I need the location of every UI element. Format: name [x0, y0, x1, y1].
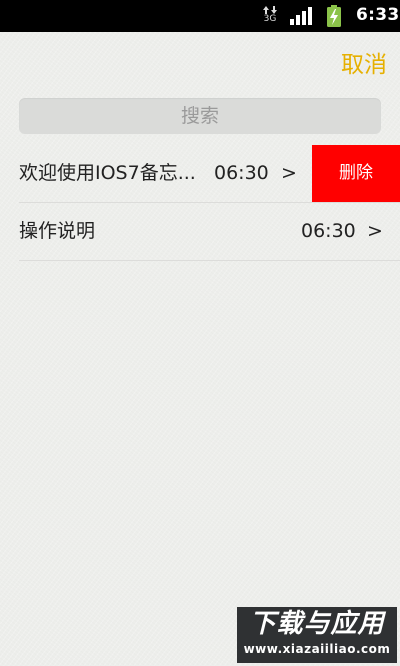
notes-app: 取消 搜索 欢迎使用IOS7备忘... 06:30 > 删除 操作说明 06:3… [0, 32, 400, 666]
note-row-welcome[interactable]: 欢迎使用IOS7备忘... 06:30 > 删除 [19, 145, 400, 203]
status-bar: 3G 6:33 [0, 0, 400, 32]
note-title: 操作说明 [19, 220, 96, 242]
watermark-title: 下载与应用 [249, 609, 385, 639]
delete-button[interactable]: 删除 [312, 145, 400, 202]
chevron-right-icon: > [281, 162, 297, 184]
note-title: 欢迎使用IOS7备忘... [19, 162, 196, 184]
watermark-url: www.xiazaiiliao.com [243, 642, 391, 656]
note-time: 06:30 [301, 220, 356, 242]
cancel-button[interactable]: 取消 [341, 45, 387, 79]
battery-charging-icon [327, 5, 341, 27]
chevron-right-icon: > [367, 220, 383, 242]
signal-strength-icon [290, 7, 312, 25]
status-time: 6:33 [356, 5, 400, 25]
network-3g-icon: 3G [263, 6, 277, 26]
search-input[interactable]: 搜索 [19, 98, 381, 134]
site-watermark-logo: 下载与应用 www.xiazaiiliao.com [237, 607, 397, 663]
network-label: 3G [263, 14, 277, 24]
note-row-instructions[interactable]: 操作说明 06:30 > [19, 203, 400, 261]
note-time: 06:30 [214, 162, 269, 184]
notes-list: 欢迎使用IOS7备忘... 06:30 > 删除 操作说明 06:30 > [0, 145, 400, 261]
